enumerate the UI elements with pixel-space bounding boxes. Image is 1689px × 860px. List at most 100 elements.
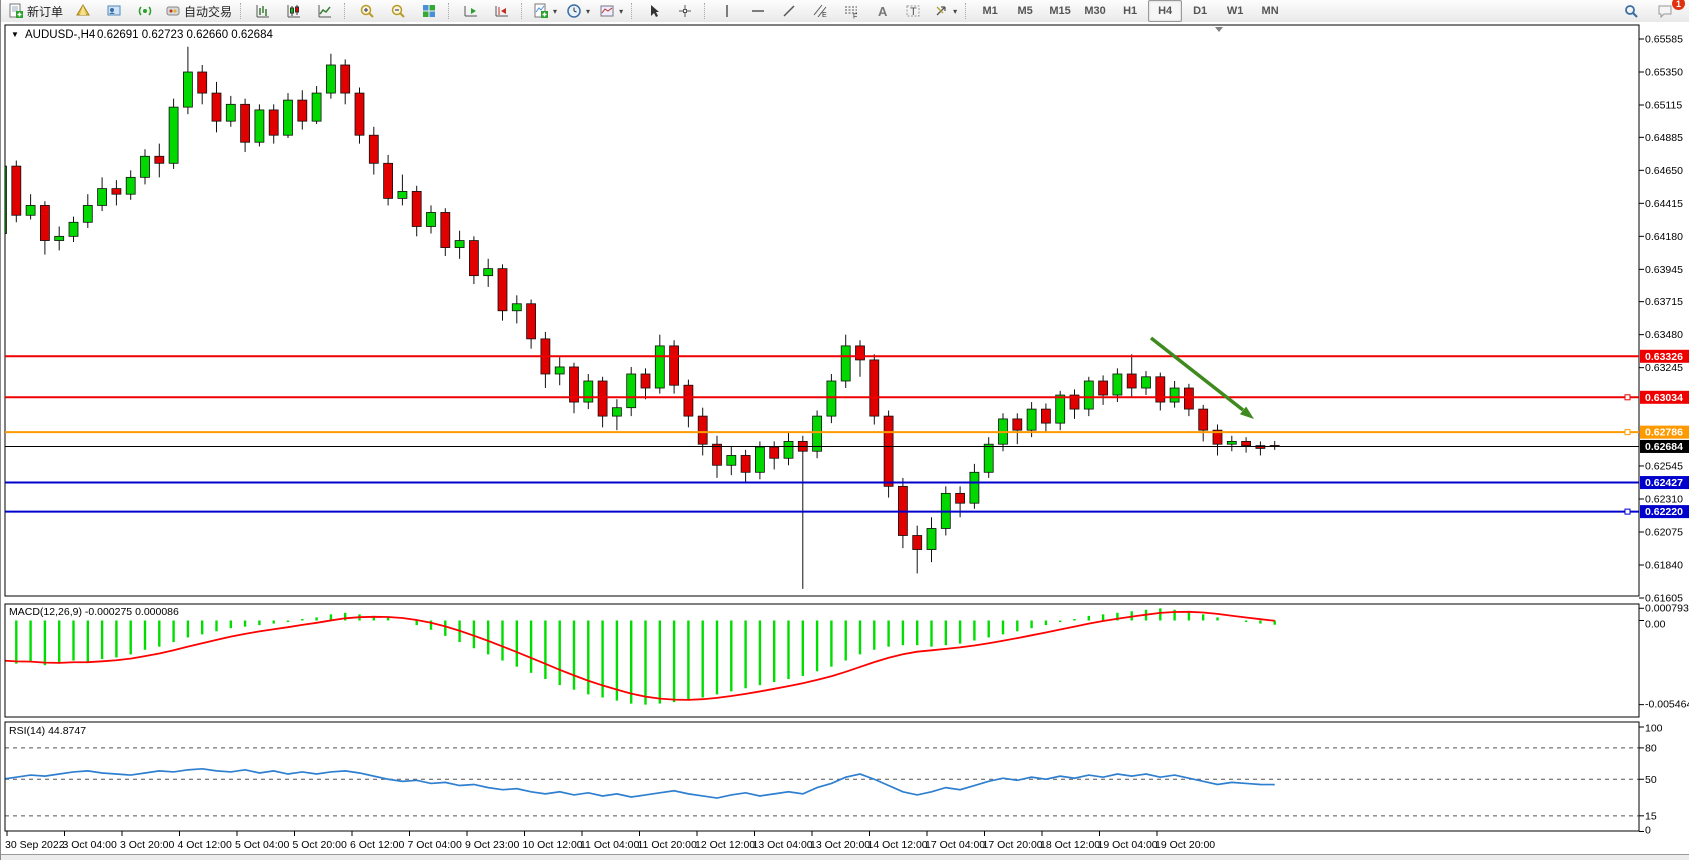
line-anchor[interactable] bbox=[1625, 395, 1630, 400]
zoom-out-button[interactable] bbox=[383, 0, 413, 22]
date-tick-label: 7 Oct 04:00 bbox=[408, 839, 462, 851]
templates-icon bbox=[599, 3, 615, 19]
toolbar-separator bbox=[704, 3, 708, 19]
chart-shift-icon bbox=[494, 3, 510, 19]
date-tick-label: 3 Oct 20:00 bbox=[120, 839, 174, 851]
date-tick-label: 11 Oct 04:00 bbox=[580, 839, 640, 851]
timeframe-h1-button[interactable]: H1 bbox=[1113, 0, 1147, 22]
indicators-icon bbox=[533, 3, 549, 19]
tile-windows-button[interactable] bbox=[414, 0, 444, 22]
new-order-button-label: 新订单 bbox=[27, 3, 63, 20]
date-tick-label: 12 Oct 12:00 bbox=[695, 839, 755, 851]
rsi-axis-label: 100 bbox=[1645, 723, 1663, 735]
autotrade-icon bbox=[165, 3, 181, 19]
macd-label: MACD(12,26,9) -0.000275 0.000086 bbox=[9, 606, 179, 618]
chart-shift-button[interactable] bbox=[487, 0, 517, 22]
channel-button[interactable]: E bbox=[805, 0, 835, 22]
toolbar-separator bbox=[631, 3, 635, 19]
vertical-line-icon bbox=[719, 3, 735, 19]
metaeditor-button[interactable] bbox=[68, 0, 98, 22]
date-tick-label: 17 Oct 04:00 bbox=[925, 839, 985, 851]
symbol-dropdown-icon[interactable]: ▼ bbox=[11, 30, 19, 39]
toolbar: 新订单 自动交易 ▾ ▾ ▾ E FAT ▾ M1M5M15M30H1H4D1W1MN 1 bbox=[1, 0, 1689, 23]
autotrade-button[interactable]: 自动交易 bbox=[161, 0, 236, 22]
rsi-axis-label: 50 bbox=[1645, 774, 1657, 786]
zoom-in-button[interactable] bbox=[352, 0, 382, 22]
chart-canvas[interactable]: 0.655850.653500.651150.648850.646500.644… bbox=[1, 22, 1689, 860]
label-icon: T bbox=[905, 3, 921, 19]
date-tick-label: 17 Oct 20:00 bbox=[983, 839, 1043, 851]
new-order-button[interactable]: 新订单 bbox=[4, 0, 67, 22]
notification-badge: 1 bbox=[1672, 0, 1685, 10]
svg-text:E: E bbox=[822, 12, 827, 19]
crosshair-button[interactable] bbox=[670, 0, 700, 22]
search-button[interactable] bbox=[1616, 0, 1646, 22]
date-tick-label: 11 Oct 20:00 bbox=[638, 839, 698, 851]
signals-button[interactable] bbox=[130, 0, 160, 22]
text-button[interactable]: A bbox=[867, 0, 897, 22]
vertical-line-button[interactable] bbox=[712, 0, 742, 22]
price-tick-label: 0.62545 bbox=[1645, 460, 1683, 472]
line-anchor[interactable] bbox=[1625, 430, 1630, 435]
new-order-icon bbox=[8, 3, 24, 19]
templates-button[interactable]: ▾ bbox=[595, 0, 627, 22]
price-tick-label: 0.63480 bbox=[1645, 329, 1683, 341]
timeframe-mn-button[interactable]: MN bbox=[1253, 0, 1287, 22]
timeframe-m5-button[interactable]: M5 bbox=[1008, 0, 1042, 22]
cursor-button[interactable] bbox=[639, 0, 669, 22]
line-anchor[interactable] bbox=[1625, 509, 1630, 514]
chart-title: ▼AUDUSD-,H40.62691 0.62723 0.62660 0.626… bbox=[11, 29, 273, 41]
date-tick-label: 4 Oct 12:00 bbox=[178, 839, 232, 851]
candlestick-icon bbox=[286, 3, 302, 19]
macd-axis-label: -0.005464 bbox=[1645, 699, 1689, 711]
date-tick-label: 6 Oct 12:00 bbox=[350, 839, 404, 851]
notifications-button[interactable]: 1 bbox=[1650, 0, 1680, 22]
autoscroll-button[interactable] bbox=[456, 0, 486, 22]
timeframe-d1-button[interactable]: D1 bbox=[1183, 0, 1217, 22]
price-tick-label: 0.65115 bbox=[1645, 100, 1682, 112]
label-button[interactable]: T bbox=[898, 0, 928, 22]
date-axis[interactable]: 30 Sep 20223 Oct 04:003 Oct 20:004 Oct 1… bbox=[5, 831, 1215, 851]
price-tick-label: 0.65585 bbox=[1645, 34, 1683, 46]
price-axis[interactable]: 0.655850.653500.651150.648850.646500.644… bbox=[1639, 34, 1689, 605]
chevron-down-icon: ▾ bbox=[953, 7, 957, 16]
price-tick-label: 0.62075 bbox=[1645, 526, 1683, 538]
date-tick-label: 3 Oct 04:00 bbox=[63, 839, 117, 851]
chevron-down-icon: ▾ bbox=[619, 7, 623, 16]
horizontal-line-button[interactable] bbox=[743, 0, 773, 22]
timeframe-m1-button[interactable]: M1 bbox=[973, 0, 1007, 22]
line-chart-button[interactable] bbox=[310, 0, 340, 22]
price-badge-label: 0.62427 bbox=[1645, 477, 1683, 489]
chart-window: 0.655850.653500.651150.648850.646500.644… bbox=[1, 22, 1689, 860]
market-watch-button[interactable] bbox=[99, 0, 129, 22]
price-tick-label: 0.64650 bbox=[1645, 165, 1683, 177]
date-tick-label: 13 Oct 20:00 bbox=[810, 839, 870, 851]
timeframe-h4-button[interactable]: H4 bbox=[1148, 0, 1182, 22]
trendline-button[interactable] bbox=[774, 0, 804, 22]
price-tick-label: 0.61840 bbox=[1645, 559, 1683, 571]
text-icon: A bbox=[874, 3, 890, 19]
autoscroll-icon bbox=[463, 3, 479, 19]
tile-windows-icon bbox=[421, 3, 437, 19]
arrows-button[interactable]: ▾ bbox=[929, 0, 961, 22]
date-tick-label: 9 Oct 23:00 bbox=[465, 839, 519, 851]
timeframe-m15-button[interactable]: M15 bbox=[1043, 0, 1077, 22]
indicators-button[interactable]: ▾ bbox=[529, 0, 561, 22]
fibonacci-button[interactable]: F bbox=[836, 0, 866, 22]
rsi-axis-label: 0 bbox=[1645, 825, 1651, 837]
channel-icon: E bbox=[812, 3, 828, 19]
horizontal-line-icon bbox=[750, 3, 766, 19]
timeframe-m30-button[interactable]: M30 bbox=[1078, 0, 1112, 22]
timeframe-w1-button[interactable]: W1 bbox=[1218, 0, 1252, 22]
price-badge-label: 0.62220 bbox=[1645, 506, 1683, 518]
macd-axis-label: 0.000793 bbox=[1645, 602, 1689, 614]
search-icon bbox=[1623, 3, 1639, 19]
bar-chart-button[interactable] bbox=[248, 0, 278, 22]
zoom-out-icon bbox=[390, 3, 406, 19]
chevron-down-icon: ▾ bbox=[553, 7, 557, 16]
candlestick-button[interactable] bbox=[279, 0, 309, 22]
rsi-axis-label: 80 bbox=[1645, 742, 1657, 754]
date-tick-label: 14 Oct 12:00 bbox=[868, 839, 928, 851]
periods-button[interactable]: ▾ bbox=[562, 0, 594, 22]
toolbar-separator bbox=[521, 3, 525, 19]
